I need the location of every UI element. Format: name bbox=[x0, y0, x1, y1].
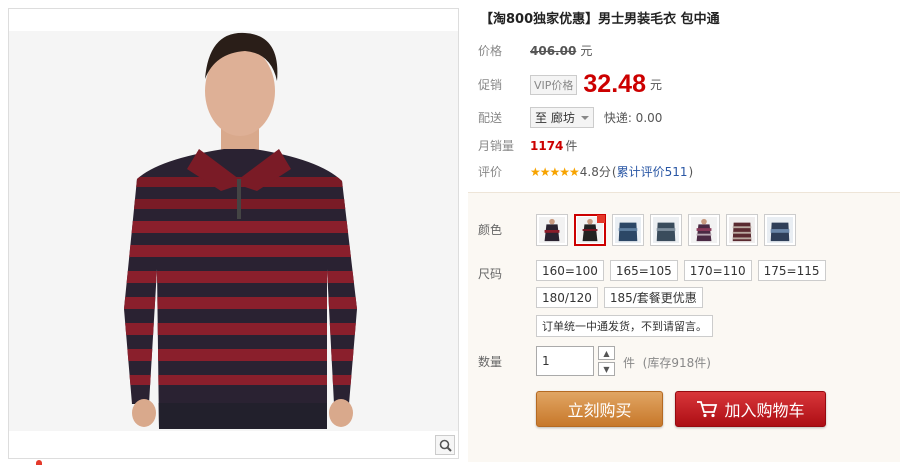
size-option[interactable]: 185/套餐更优惠 bbox=[603, 287, 703, 308]
price-row: 价格 406.00 元 bbox=[478, 42, 592, 59]
shipping-note: 订单统一中通发货，不到请留言。 bbox=[536, 315, 713, 337]
purchase-options: 颜色 尺码 160=100 165=105 170=110 175=115 18… bbox=[468, 192, 900, 462]
monthly-sales-unit: 件 bbox=[565, 139, 578, 153]
destination-select[interactable]: 至 廊坊 bbox=[530, 107, 594, 128]
add-to-cart-label: 加入购物车 bbox=[724, 401, 805, 420]
price-label: 价格 bbox=[478, 44, 503, 58]
sweater-thumbnail bbox=[691, 217, 717, 243]
product-main-image[interactable] bbox=[8, 8, 459, 459]
review-count-link[interactable]: 累计评价511 bbox=[617, 163, 688, 180]
color-swatch-2-selected[interactable] bbox=[574, 214, 606, 246]
buy-now-label: 立刻购买 bbox=[567, 401, 632, 420]
sweater-thumbnail bbox=[767, 217, 793, 243]
quantity-increase-button[interactable]: ▲ bbox=[598, 346, 615, 360]
destination-value: 至 廊坊 bbox=[535, 111, 575, 125]
color-swatch-7[interactable] bbox=[764, 214, 796, 246]
size-options: 160=100 165=105 170=110 175=115 180/120 … bbox=[536, 260, 836, 308]
chevron-down-icon bbox=[580, 115, 589, 120]
quantity-input[interactable]: 1 bbox=[536, 346, 594, 376]
size-option[interactable]: 170=110 bbox=[683, 260, 752, 281]
sweater-thumbnail bbox=[539, 217, 565, 243]
monthly-sales-count: 1174 bbox=[530, 138, 564, 153]
product-detail-panel: 【淘800独家优惠】男士男装毛衣 包中通 价格 406.00 元 促销 VIP价… bbox=[468, 0, 900, 465]
monthly-sales-label: 月销量 bbox=[478, 139, 515, 153]
product-title: 【淘800独家优惠】男士男装毛衣 包中通 bbox=[480, 12, 720, 27]
size-option[interactable]: 160=100 bbox=[536, 260, 604, 281]
promo-corner-badge bbox=[597, 215, 605, 223]
size-option[interactable]: 175=115 bbox=[757, 260, 826, 281]
size-option[interactable]: 180/120 bbox=[536, 287, 598, 308]
promo-row: 促销 VIP价格 32.48 元 bbox=[478, 70, 662, 99]
promo-label: 促销 bbox=[478, 78, 503, 92]
chevron-up-icon: ▲ bbox=[603, 348, 610, 358]
promo-price: 32.48 bbox=[583, 70, 646, 98]
quantity-unit: 件 bbox=[623, 356, 636, 370]
chevron-down-icon: ▼ bbox=[603, 364, 610, 374]
magnifier-icon bbox=[439, 439, 452, 452]
color-swatch-4[interactable] bbox=[650, 214, 682, 246]
shopping-cart-icon bbox=[697, 401, 718, 418]
star-rating-icon: ★★★★★ bbox=[530, 164, 580, 179]
size-option[interactable]: 165=105 bbox=[609, 260, 678, 281]
original-price: 406.00 bbox=[530, 43, 577, 58]
add-to-cart-button[interactable]: 加入购物车 bbox=[675, 391, 826, 427]
sales-row: 月销量 1174 件 bbox=[478, 137, 577, 154]
color-label: 颜色 bbox=[478, 223, 503, 237]
sweater-thumbnail bbox=[615, 217, 641, 243]
delivery-row: 配送 至 廊坊 快递: 0.00 bbox=[478, 107, 662, 128]
promo-unit: 元 bbox=[649, 78, 662, 92]
quantity-decrease-button[interactable]: ▼ bbox=[598, 362, 615, 376]
color-swatch-6[interactable] bbox=[726, 214, 758, 246]
quantity-label: 数量 bbox=[478, 355, 503, 369]
paren-close: ) bbox=[688, 164, 694, 179]
buy-now-button[interactable]: 立刻购买 bbox=[536, 391, 663, 427]
stock-info: 件 (库存918件) bbox=[623, 354, 711, 371]
color-swatch-1[interactable] bbox=[536, 214, 568, 246]
color-swatch-5[interactable] bbox=[688, 214, 720, 246]
color-swatches bbox=[536, 214, 796, 246]
shipping-fee: 快递: 0.00 bbox=[603, 111, 663, 125]
vip-price-tag: VIP价格 bbox=[530, 74, 578, 95]
price-unit: 元 bbox=[580, 44, 593, 58]
stock-count: (库存918件) bbox=[642, 356, 711, 370]
rating-row: 评价 ★★★★★ 4.8分 ( 累计评价511 ) bbox=[478, 163, 693, 180]
zoom-button[interactable] bbox=[435, 435, 455, 455]
delivery-label: 配送 bbox=[478, 111, 503, 125]
sweater-thumbnail bbox=[653, 217, 679, 243]
sweater-thumbnail bbox=[729, 217, 755, 243]
rating-score: 4.8分 bbox=[579, 165, 611, 179]
rating-label: 评价 bbox=[478, 165, 503, 179]
size-label: 尺码 bbox=[478, 267, 503, 281]
color-swatch-3[interactable] bbox=[612, 214, 644, 246]
product-photo bbox=[9, 9, 458, 458]
thumbnail-indicator bbox=[36, 460, 42, 465]
